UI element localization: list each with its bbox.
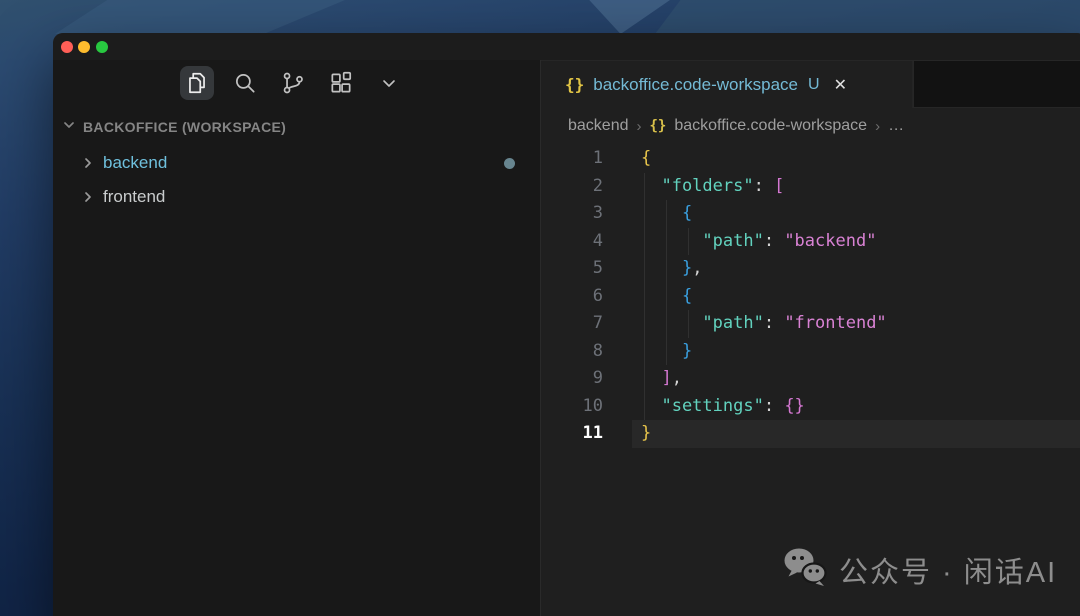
search-icon <box>232 70 258 96</box>
code-line[interactable]: } <box>641 338 1080 366</box>
chevron-down-icon <box>61 117 77 136</box>
extensions-icon <box>328 70 354 96</box>
wallpaper-facet <box>55 0 345 34</box>
code-line[interactable]: } <box>641 420 1080 448</box>
line-number: 6 <box>541 283 603 311</box>
line-number: 7 <box>541 310 603 338</box>
line-number: 1 <box>541 145 603 173</box>
breadcrumb: backend › {} backoffice.code-workspace ›… <box>541 108 1080 144</box>
watermark: 公众号 · 闲话AI <box>782 547 1057 592</box>
modified-dot-indicator <box>504 158 515 169</box>
extensions-button[interactable] <box>324 66 358 100</box>
line-number: 9 <box>541 365 603 393</box>
tab-label: backoffice.code-workspace <box>593 75 798 95</box>
chevron-right-icon: › <box>875 118 880 135</box>
tab-bar: {} backoffice.code-workspace U ✕ <box>541 60 1080 108</box>
search-button[interactable] <box>228 66 262 100</box>
chevron-right-icon <box>80 189 96 205</box>
line-number: 3 <box>541 200 603 228</box>
line-number: 2 <box>541 173 603 201</box>
window-titlebar <box>53 33 1080 60</box>
editor-area: {} backoffice.code-workspace U ✕ backend… <box>541 60 1080 616</box>
desktop: BACKOFFICE (WORKSPACE) backend <box>0 0 1080 616</box>
code-lines[interactable]: { "folders": [ { "path": "backend" }, { … <box>641 145 1080 616</box>
explorer-button[interactable] <box>180 66 214 100</box>
chevron-right-icon <box>80 155 96 171</box>
more-views-button[interactable] <box>372 66 406 100</box>
activity-bar <box>180 66 406 100</box>
tree-item-frontend[interactable]: frontend <box>53 180 540 214</box>
code-line[interactable]: "path": "frontend" <box>641 310 1080 338</box>
minimize-window-button[interactable] <box>78 41 90 53</box>
code-line[interactable]: { <box>641 200 1080 228</box>
line-number: 10 <box>541 393 603 421</box>
json-file-icon: {} <box>565 75 584 94</box>
workspace-section-header[interactable]: BACKOFFICE (WORKSPACE) <box>61 117 286 136</box>
code-line[interactable]: { <box>641 145 1080 173</box>
code-line[interactable]: "folders": [ <box>641 173 1080 201</box>
tab-backoffice-code-workspace[interactable]: {} backoffice.code-workspace U ✕ <box>541 61 913 108</box>
tree-item-label: backend <box>103 153 167 173</box>
breadcrumb-item-file[interactable]: backoffice.code-workspace <box>674 117 867 135</box>
chevron-down-icon <box>377 71 401 95</box>
wechat-icon <box>782 547 828 592</box>
breadcrumb-item-backend[interactable]: backend <box>568 117 629 135</box>
wallpaper-facet <box>655 0 1080 34</box>
line-number: 5 <box>541 255 603 283</box>
code-line[interactable]: "path": "backend" <box>641 228 1080 256</box>
explorer-sidebar: BACKOFFICE (WORKSPACE) backend <box>53 60 541 616</box>
json-file-icon: {} <box>650 118 667 134</box>
source-control-icon <box>280 70 306 96</box>
gutter: 1234567891011 <box>541 145 603 616</box>
wallpaper-facet <box>575 0 670 34</box>
breadcrumb-item-symbol[interactable]: … <box>888 117 904 135</box>
workspace-section-label: BACKOFFICE (WORKSPACE) <box>83 119 286 135</box>
tree-item-backend[interactable]: backend <box>53 146 540 180</box>
tab-bar-empty-space <box>913 61 1080 108</box>
close-tab-icon[interactable]: ✕ <box>834 75 847 95</box>
line-number: 4 <box>541 228 603 256</box>
explorer-tree: backend frontend <box>53 146 540 214</box>
close-window-button[interactable] <box>61 41 73 53</box>
code-line[interactable]: "settings": {} <box>641 393 1080 421</box>
code-editor[interactable]: 1234567891011 { "folders": [ { "path": "… <box>541 144 1080 616</box>
zoom-window-button[interactable] <box>96 41 108 53</box>
code-line[interactable]: }, <box>641 255 1080 283</box>
code-line[interactable]: ], <box>641 365 1080 393</box>
line-number: 11 <box>541 420 603 448</box>
watermark-text: 公众号 · 闲话AI <box>839 549 1057 591</box>
vscode-window: BACKOFFICE (WORKSPACE) backend <box>53 33 1080 616</box>
explorer-icon <box>184 70 210 96</box>
git-untracked-badge: U <box>808 76 820 94</box>
code-line[interactable]: { <box>641 283 1080 311</box>
line-number: 8 <box>541 338 603 366</box>
source-control-button[interactable] <box>276 66 310 100</box>
tree-item-label: frontend <box>103 187 165 207</box>
chevron-right-icon: › <box>637 118 642 135</box>
